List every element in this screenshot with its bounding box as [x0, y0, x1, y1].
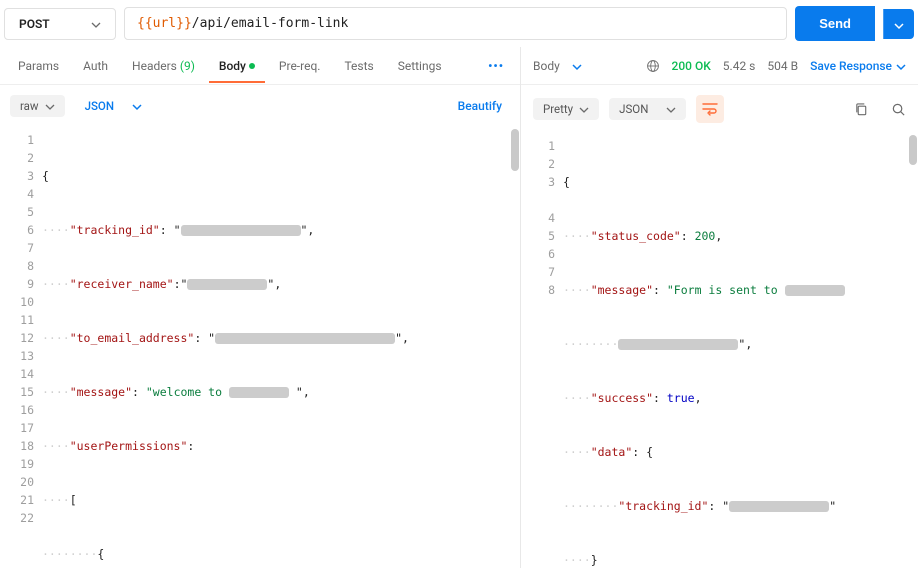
tab-settings[interactable]: Settings — [388, 49, 452, 83]
tab-prereq[interactable]: Pre-req. — [269, 49, 331, 83]
redacted — [181, 225, 301, 236]
method-label: POST — [19, 17, 50, 31]
redacted — [229, 387, 289, 398]
tab-params[interactable]: Params — [8, 49, 69, 83]
chevron-down-icon — [45, 101, 55, 111]
response-subbar: Pretty JSON — [521, 85, 918, 133]
code-content: { ····"tracking_id": "", ····"receiver_n… — [42, 127, 520, 568]
globe-icon[interactable] — [646, 59, 660, 73]
response-time: 5.42 s — [723, 59, 756, 73]
chevron-down-icon — [894, 19, 904, 29]
tab-auth[interactable]: Auth — [73, 49, 118, 83]
response-size: 504 B — [767, 59, 798, 73]
tab-tests[interactable]: Tests — [334, 49, 383, 83]
response-panel: Body 200 OK 5.42 s 504 B Save Response P… — [521, 47, 918, 568]
method-select[interactable]: POST — [4, 8, 116, 40]
request-tabs: Params Auth Headers (9) Body Pre-req. Te… — [0, 47, 520, 85]
body-mode-select[interactable]: raw — [10, 95, 65, 117]
url-input[interactable]: {{url}}/api/email-form-link — [124, 7, 787, 40]
chevron-down-icon[interactable] — [572, 61, 582, 71]
request-panel: Params Auth Headers (9) Body Pre-req. Te… — [0, 47, 521, 568]
chevron-down-icon — [132, 101, 142, 111]
search-icon[interactable] — [891, 102, 906, 117]
response-header: Body 200 OK 5.42 s 504 B Save Response — [521, 47, 918, 85]
tab-body[interactable]: Body — [209, 49, 265, 83]
url-variable: {{url}} — [137, 16, 192, 31]
url-path: /api/email-form-link — [192, 16, 349, 31]
request-body-editor[interactable]: 12345678910111213141516171819202122 { ··… — [0, 127, 520, 568]
copy-icon[interactable] — [854, 102, 869, 117]
chevron-down-icon — [579, 104, 589, 114]
tab-headers[interactable]: Headers (9) — [122, 49, 205, 83]
scrollbar[interactable] — [511, 129, 519, 171]
chevron-down-icon — [91, 19, 101, 29]
response-lang-select[interactable]: JSON — [609, 98, 686, 120]
redacted — [187, 279, 267, 290]
response-body-tab[interactable]: Body — [533, 59, 560, 73]
beautify-button[interactable]: Beautify — [450, 95, 510, 117]
code-content: { ····"status_code": 200, ····"message":… — [563, 133, 918, 568]
chevron-down-icon — [666, 104, 676, 114]
line-gutter: 12345678 — [521, 133, 563, 303]
status-code: 200 OK — [672, 59, 711, 73]
request-body-subbar: raw JSON Beautify — [0, 85, 520, 127]
body-lang-select[interactable]: JSON — [75, 95, 152, 117]
modified-dot-icon — [249, 63, 255, 69]
response-body-viewer[interactable]: 12345678 { ····"status_code": 200, ····"… — [521, 133, 918, 568]
redacted — [729, 501, 829, 512]
wrap-lines-button[interactable] — [696, 95, 724, 123]
redacted — [215, 333, 395, 344]
more-icon[interactable]: ••• — [480, 55, 512, 77]
view-mode-select[interactable]: Pretty — [533, 98, 599, 120]
chevron-down-icon — [896, 61, 906, 71]
scrollbar[interactable] — [909, 135, 917, 165]
redacted — [785, 285, 845, 296]
send-more-button[interactable] — [883, 9, 914, 39]
line-gutter: 12345678910111213141516171819202122 — [0, 127, 42, 531]
send-button[interactable]: Send — [795, 6, 875, 41]
redacted — [618, 339, 738, 350]
save-response-button[interactable]: Save Response — [810, 59, 906, 73]
